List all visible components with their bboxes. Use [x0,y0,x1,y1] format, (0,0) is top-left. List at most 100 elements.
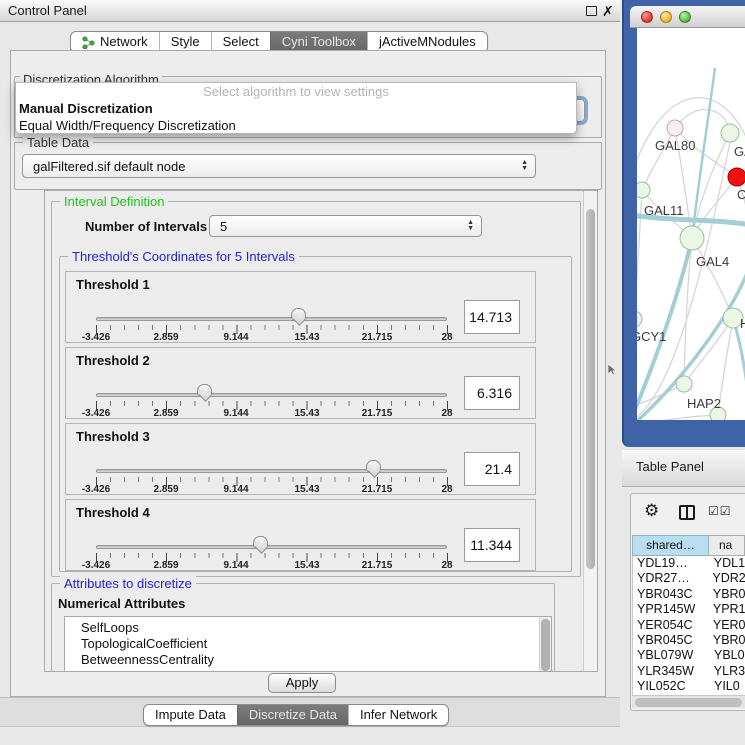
number-of-intervals-combobox[interactable]: 5 ▲▼ [209,215,482,237]
svg-text:GCY1: GCY1 [637,329,666,344]
table-data-value: galFiltered.sif default node [33,155,185,178]
panel-title: Control Panel [8,0,87,22]
table-row[interactable]: YDR27…YDR2 [633,571,745,586]
tab-infer-network[interactable]: Infer Network [348,705,448,725]
interval-definition-group: Interval Definition Number of Intervals … [51,201,581,577]
settings-scrollpane: Interval Definition Number of Intervals … [44,190,598,672]
list-item-betweennesscentrality[interactable]: BetweennessCentrality [65,652,551,668]
number-of-intervals-label: Number of Intervals [85,219,207,234]
tab-style[interactable]: Style [159,32,211,52]
threshold-2-label: Threshold 2 [76,353,150,368]
settings-scrollbar[interactable] [583,191,597,671]
tab-discretize-data[interactable]: Discretize Data [237,705,348,725]
algorithm-dropdown-popup: Select algorithm to view settings Manual… [15,82,577,134]
threshold-4-box: Threshold 4 -3.426 2.859 9.144 15.43 21.… [65,499,536,571]
bottom-tab-bar: Impute Data Discretize Data Infer Networ… [143,704,449,726]
popup-placeholder: Select algorithm to view settings [16,83,576,100]
threshold-2-box: Threshold 2 -3.426 2.859 9.144 15.43 21.… [65,347,536,419]
node-gal80[interactable] [667,120,683,136]
table-row[interactable]: YER054CYER0 [633,618,745,633]
popup-item-manual-discretization[interactable]: Manual Discretization [16,100,576,117]
tab-jactivemnodules[interactable]: jActiveMNodules [367,32,487,52]
gear-icon[interactable]: ⚙ [644,501,659,521]
columns-icon[interactable] [679,505,695,520]
tab-impute-data[interactable]: Impute Data [144,705,237,725]
threshold-3-slider-track[interactable] [96,469,447,473]
threshold-3-value[interactable]: 21.4 [464,452,520,486]
list-scrollbar-thumb[interactable] [541,619,550,671]
table-row[interactable]: YLR345WYLR3 [633,664,745,679]
threshold-1-label: Threshold 1 [76,277,150,292]
table-horizontal-scrollbar-thumb[interactable] [635,698,742,707]
settings-scrollbar-thumb[interactable] [586,209,595,569]
threshold-1-slider-thumb[interactable] [291,308,306,320]
table-data-combobox[interactable]: galFiltered.sif default node ▲▼ [22,154,536,178]
spinner-icon: ▲▼ [521,160,528,172]
checkbox-icons[interactable]: ☑☑ [708,504,732,518]
numerical-attributes-list: SelfLoops TopologicalCoefficient Between… [64,616,552,672]
node-gal4[interactable] [680,226,704,250]
column-header-shared-name[interactable]: shared… [632,535,709,556]
svg-text:GAL4: GAL4 [696,254,729,269]
attributes-group: Attributes to discretize Numerical Attri… [51,583,555,672]
network-graph: GAL80 GA C GAL11 GAL4 GCY1 H HAP2 [637,28,745,420]
table-row[interactable]: YIL052CYIL0 [633,679,745,694]
tab-network[interactable]: Network [71,32,159,52]
spinner-icon: ▲▼ [467,220,474,232]
number-of-intervals-value: 5 [220,216,227,237]
screen: Control Panel ✗ Network Style Select Cyn… [0,0,745,745]
table-row[interactable]: YBR043CYBR0 [633,587,745,602]
network-icon [82,36,95,49]
popup-item-equal-width[interactable]: Equal Width/Frequency Discretization [16,117,576,134]
node-gcy1[interactable] [637,311,642,327]
node-top-right[interactable] [721,124,739,142]
node-red-selected[interactable] [728,168,745,186]
list-item-topologicalcoefficient[interactable]: TopologicalCoefficient [65,636,551,652]
threshold-1-box: Threshold 1 -3.426 2.859 9.144 15.43 21.… [65,271,536,343]
float-window-icon[interactable] [586,6,597,16]
list-scrollbar[interactable] [539,617,551,672]
threshold-4-slider-track[interactable] [96,545,447,549]
threshold-1-value[interactable]: 14.713 [464,300,520,334]
threshold-2-slider-thumb[interactable] [197,384,212,396]
network-window-titlebar[interactable] [630,6,745,28]
list-item-selfloops[interactable]: SelfLoops [65,617,551,636]
threshold-3-slider-thumb[interactable] [366,460,381,472]
threshold-2-value[interactable]: 6.316 [464,376,520,410]
threshold-2-slider-track[interactable] [96,393,447,397]
threshold-4-slider-thumb[interactable] [253,536,268,548]
table-row[interactable]: YPR145WYPR1 [633,602,745,617]
table-row[interactable]: YBR045CYBR0 [633,633,745,648]
zoom-traffic-light[interactable] [679,11,691,23]
network-canvas[interactable]: GAL80 GA C GAL11 GAL4 GCY1 H HAP2 [637,28,745,420]
tab-network-label: Network [100,32,148,52]
node-gal11[interactable] [637,182,650,198]
interval-definition-title: Interval Definition [60,194,168,209]
table-horizontal-scrollbar[interactable] [632,695,745,708]
threshold-4-label: Threshold 4 [76,505,150,520]
table-data-group-title: Table Data [23,135,93,150]
table-panel-title: Table Panel [636,459,704,474]
minimize-traffic-light[interactable] [660,11,672,23]
tab-select[interactable]: Select [211,32,270,52]
close-icon[interactable]: ✗ [602,1,614,21]
svg-text:GAL11: GAL11 [644,203,684,218]
apply-button[interactable]: Apply [268,673,336,693]
thresholds-group: Threshold's Coordinates for 5 Intervals … [59,256,572,572]
attributes-group-title: Attributes to discretize [60,576,196,591]
table-header-row: shared… na [632,535,745,556]
threshold-1-slider-track[interactable] [96,317,447,321]
tab-cyni-toolbox[interactable]: Cyni Toolbox [270,32,367,52]
threshold-4-value[interactable]: 11.344 [464,528,520,562]
numerical-attributes-label: Numerical Attributes [58,596,185,611]
svg-text:H: H [740,316,745,331]
table-body: YDL19…YDL1 YDR27…YDR2 YBR043CYBR0 YPR145… [632,556,745,695]
node-hap2[interactable] [676,376,692,392]
column-header-name[interactable]: na [709,535,745,556]
svg-text:C: C [737,187,745,202]
table-row[interactable]: YBL079WYBL0 [633,648,745,663]
close-traffic-light[interactable] [641,11,653,23]
table-row[interactable]: YDL19…YDL1 [633,556,745,571]
threshold-3-label: Threshold 3 [76,429,150,444]
svg-text:GAL80: GAL80 [655,138,695,153]
